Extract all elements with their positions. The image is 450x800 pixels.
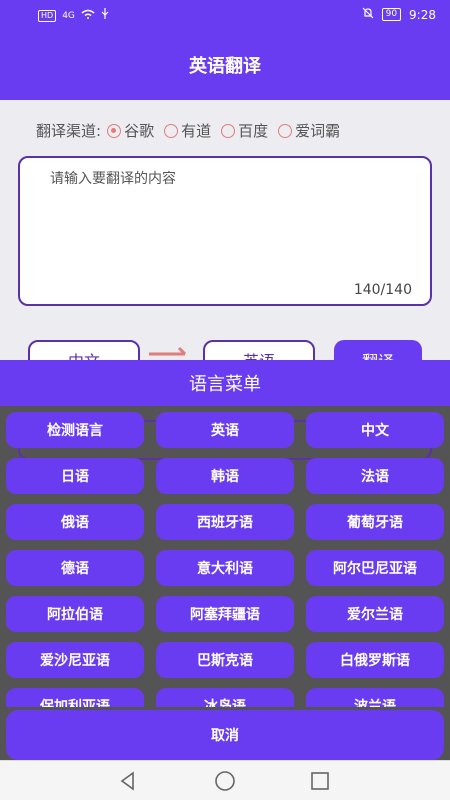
radio-label: 有道 — [181, 122, 212, 140]
language-option[interactable]: 波兰语 — [306, 688, 444, 707]
page-title: 英语翻译 — [189, 56, 261, 77]
language-option[interactable]: 阿尔巴尼亚语 — [306, 550, 444, 586]
radio-unchecked-icon[interactable] — [164, 123, 179, 138]
radio-baidu[interactable]: 百度 — [221, 120, 268, 141]
radio-unchecked-icon[interactable] — [221, 123, 236, 138]
app-bar: 英语翻译 — [0, 30, 450, 100]
language-option[interactable]: 阿塞拜疆语 — [156, 596, 294, 632]
main-content: 翻译渠道: 谷歌 有道 百度 爱词霸 140/140 中文 英语 翻译 — [0, 100, 450, 380]
language-option[interactable]: 英语 — [156, 412, 294, 448]
language-option[interactable]: 白俄罗斯语 — [306, 642, 444, 678]
language-grid: 检测语言 英语 中文 日语 韩语 法语 俄语 西班牙语 葡萄牙语 德语 意大利语… — [6, 412, 444, 707]
radio-checked-icon[interactable] — [107, 123, 122, 138]
radio-google[interactable]: 谷歌 — [107, 120, 154, 141]
language-option[interactable]: 爱尔兰语 — [306, 596, 444, 632]
language-option[interactable]: 中文 — [306, 412, 444, 448]
radio-label: 谷歌 — [124, 122, 155, 140]
translate-input[interactable] — [50, 168, 410, 268]
language-option[interactable]: 意大利语 — [156, 550, 294, 586]
language-option[interactable]: 日语 — [6, 458, 144, 494]
language-menu-sheet: 语言菜单 检测语言 英语 中文 日语 韩语 法语 俄语 西班牙语 葡萄牙语 德语… — [0, 360, 450, 760]
language-option[interactable]: 韩语 — [156, 458, 294, 494]
channel-label: 翻译渠道: — [36, 122, 102, 140]
clock: 9:28 — [409, 7, 436, 22]
recents-icon[interactable] — [308, 769, 332, 793]
char-counter: 140/140 — [353, 282, 412, 298]
status-bar: HD 4G 90 9:28 — [0, 0, 450, 30]
radio-label: 百度 — [238, 122, 269, 140]
back-icon[interactable] — [116, 769, 140, 793]
language-option[interactable]: 法语 — [306, 458, 444, 494]
language-option[interactable]: 俄语 — [6, 504, 144, 540]
home-icon[interactable] — [213, 769, 237, 793]
wifi-icon — [81, 9, 95, 22]
language-option[interactable]: 检测语言 — [6, 412, 144, 448]
language-option[interactable]: 巴斯克语 — [156, 642, 294, 678]
cancel-button[interactable]: 取消 — [6, 710, 444, 760]
usb-icon — [101, 8, 109, 23]
hd-badge: HD — [38, 9, 57, 22]
radio-label: 爱词霸 — [295, 122, 341, 140]
menu-title: 语言菜单 — [0, 360, 450, 406]
language-option[interactable]: 爱沙尼亚语 — [6, 642, 144, 678]
radio-unchecked-icon[interactable] — [278, 123, 293, 138]
channel-selector: 翻译渠道: 谷歌 有道 百度 爱词霸 — [36, 120, 350, 141]
status-right: 90 9:28 — [362, 7, 436, 22]
radio-youdao[interactable]: 有道 — [164, 120, 211, 141]
signal-text: 4G — [62, 10, 75, 21]
language-option[interactable]: 冰岛语 — [156, 688, 294, 707]
language-option[interactable]: 德语 — [6, 550, 144, 586]
language-option[interactable]: 阿拉伯语 — [6, 596, 144, 632]
system-nav-bar — [0, 760, 450, 800]
mute-icon — [362, 7, 374, 22]
language-option[interactable]: 西班牙语 — [156, 504, 294, 540]
translate-input-box: 140/140 — [18, 156, 432, 306]
language-option[interactable]: 保加利亚语 — [6, 688, 144, 707]
battery-indicator: 90 — [381, 8, 402, 21]
language-option[interactable]: 葡萄牙语 — [306, 504, 444, 540]
radio-iciba[interactable]: 爱词霸 — [278, 120, 340, 141]
status-left: HD 4G — [38, 8, 109, 23]
